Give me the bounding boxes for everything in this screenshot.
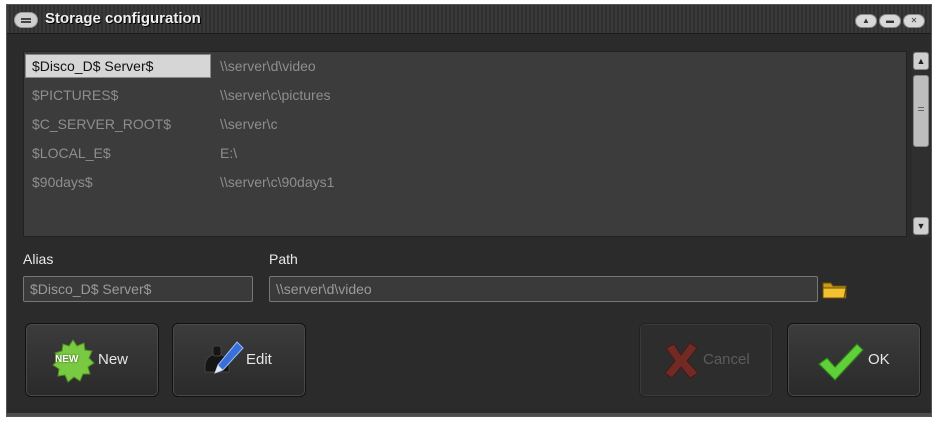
- ok-button[interactable]: OK: [787, 323, 921, 397]
- window-title: Storage configuration: [45, 10, 201, 27]
- checkmark-icon: [818, 343, 864, 381]
- scroll-down-button[interactable]: ▼: [913, 217, 929, 235]
- list-item-path: \\server\c: [220, 116, 278, 132]
- storage-configuration-window: Storage configuration ▲ ▬ ✕ $Disco_D$ Se…: [6, 4, 932, 417]
- triangle-up-icon: ▲: [916, 56, 926, 66]
- triangle-down-icon: ▼: [916, 221, 926, 231]
- ok-button-label: OK: [868, 351, 890, 368]
- minimize-icon: ▬: [886, 16, 894, 25]
- list-item-alias: $PICTURES$: [32, 87, 119, 103]
- edit-pen-icon: [204, 341, 244, 374]
- browse-folder-button[interactable]: [821, 277, 849, 301]
- new-button[interactable]: NEW New: [25, 323, 159, 397]
- restore-button[interactable]: ▲: [855, 14, 877, 28]
- list-item-path: E:\: [220, 145, 238, 161]
- cancel-x-icon: [664, 342, 699, 379]
- list-item[interactable]: $LOCAL_E$ E:\: [24, 141, 904, 165]
- list-item[interactable]: $Disco_D$ Server$ \\server\d\video: [24, 54, 904, 78]
- list-item-alias: $LOCAL_E$: [32, 145, 111, 161]
- system-menu-icon[interactable]: [14, 12, 38, 28]
- folder-icon: [822, 282, 847, 299]
- list-item-path: \\server\c\90days1: [220, 174, 335, 190]
- list-item-alias: $90days$: [32, 174, 93, 190]
- list-item[interactable]: $90days$ \\server\c\90days1: [24, 170, 904, 194]
- list-item[interactable]: $PICTURES$ \\server\c\pictures: [24, 83, 904, 107]
- close-button[interactable]: ✕: [903, 14, 925, 28]
- title-bar: Storage configuration ▲ ▬ ✕: [7, 5, 931, 34]
- alias-field[interactable]: $Disco_D$ Server$: [23, 276, 253, 302]
- path-field[interactable]: \\server\d\video: [269, 276, 818, 302]
- triangle-up-icon: ▲: [862, 16, 870, 25]
- list-item[interactable]: $C_SERVER_ROOT$ \\server\c: [24, 112, 904, 136]
- new-button-label: New: [98, 351, 129, 368]
- scroll-up-button[interactable]: ▲: [913, 52, 929, 70]
- new-badge-text: NEW: [55, 354, 79, 365]
- cancel-button-label: Cancel: [703, 351, 750, 368]
- edit-button-label: Edit: [246, 351, 272, 368]
- minimize-button[interactable]: ▬: [879, 14, 901, 28]
- window-bottom-edge: [7, 413, 931, 416]
- list-item-alias: $Disco_D$ Server$: [32, 58, 154, 74]
- storage-list[interactable]: $Disco_D$ Server$ \\server\d\video $PICT…: [23, 51, 907, 237]
- alias-label: Alias: [23, 251, 54, 267]
- scroll-thumb[interactable]: [913, 75, 929, 147]
- edit-button[interactable]: Edit: [172, 323, 306, 397]
- list-item-path: \\server\c\pictures: [220, 87, 331, 103]
- close-icon: ✕: [910, 16, 918, 25]
- list-item-alias: $C_SERVER_ROOT$: [32, 116, 172, 132]
- path-label: Path: [269, 251, 298, 267]
- cancel-button[interactable]: Cancel: [639, 323, 773, 397]
- list-item-path: \\server\d\video: [220, 58, 316, 74]
- vertical-scrollbar[interactable]: ▲ ▼: [912, 51, 930, 237]
